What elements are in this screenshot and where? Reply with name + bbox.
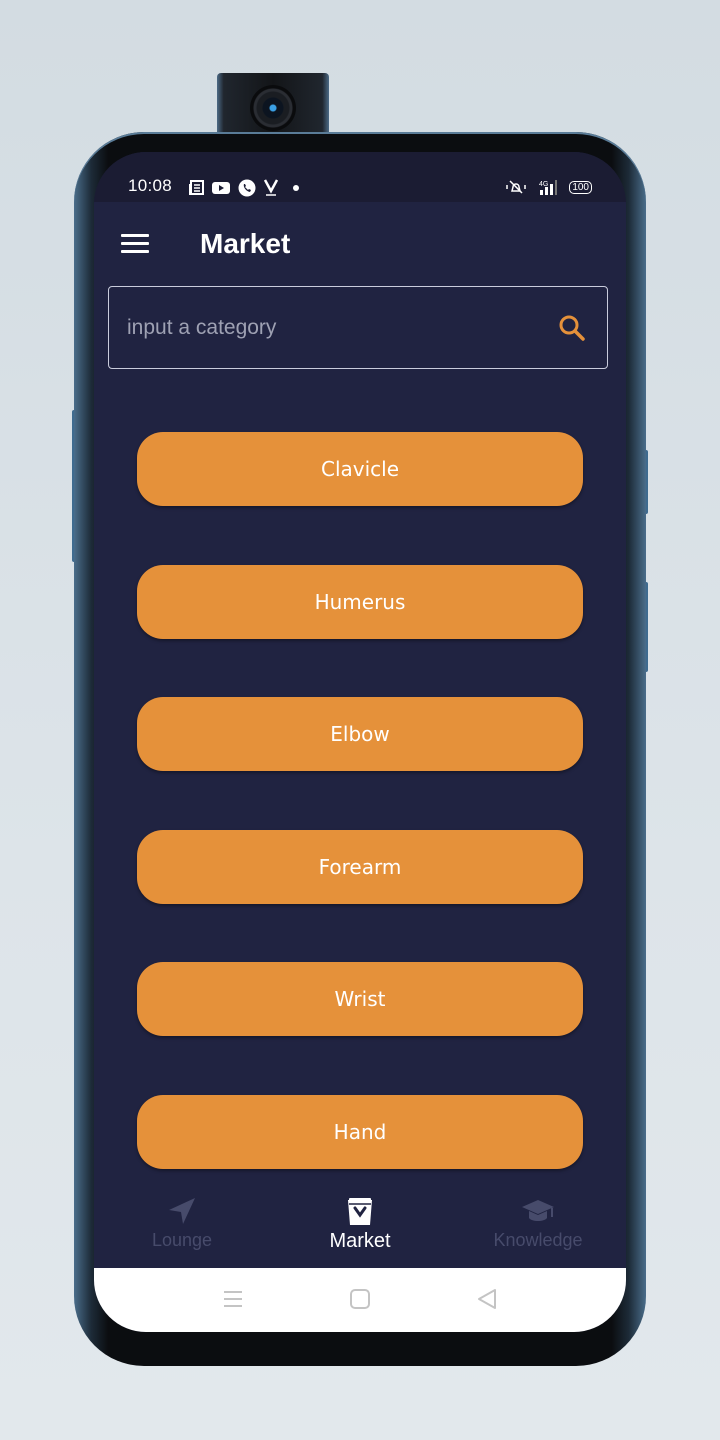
nav-tab-lounge[interactable]: Lounge (102, 1194, 262, 1251)
nav-tab-market[interactable]: Market (280, 1194, 440, 1253)
shopping-bag-icon (348, 1198, 372, 1225)
page-title: Market (200, 228, 291, 259)
bottom-navigation: Lounge Market Knowledge (94, 1182, 626, 1268)
news-icon (189, 180, 204, 195)
mute-vibrate-icon (506, 180, 527, 194)
send-icon (169, 1198, 195, 1224)
system-navigation-bar (94, 1268, 626, 1332)
v-app-icon (264, 179, 278, 196)
status-time: 10:08 (128, 176, 173, 195)
category-list: Clavicle Humerus Elbow Forearm Wrist Han… (137, 432, 583, 1227)
svg-text:4G: 4G (539, 181, 548, 188)
category-search-input[interactable] (125, 309, 549, 347)
nav-label-market: Market (329, 1230, 391, 1252)
status-bar: 10:08 4G 100 (94, 152, 626, 202)
nav-label-lounge: Lounge (151, 1230, 213, 1250)
back-icon[interactable] (476, 1288, 498, 1310)
category-button-wrist[interactable]: Wrist (137, 962, 583, 1036)
signal-4g-icon: 4G (539, 180, 558, 195)
category-button-hand[interactable]: Hand (137, 1094, 583, 1169)
dot-icon (293, 185, 299, 191)
youtube-icon (212, 182, 230, 194)
recents-icon[interactable] (222, 1288, 244, 1310)
battery-icon: 100 (569, 180, 592, 194)
graduation-cap-icon (522, 1200, 554, 1221)
nav-tab-knowledge[interactable]: Knowledge (458, 1194, 618, 1251)
app-bar: Market (94, 202, 626, 288)
category-button-forearm[interactable]: Forearm (137, 829, 583, 904)
search-box (108, 286, 608, 369)
category-button-clavicle[interactable]: Clavicle (137, 432, 583, 506)
camera-lens-icon (250, 85, 296, 131)
nav-label-knowledge: Knowledge (493, 1230, 583, 1250)
category-button-humerus[interactable]: Humerus (137, 564, 583, 639)
home-icon[interactable] (349, 1288, 371, 1310)
search-icon[interactable] (557, 313, 587, 343)
hamburger-menu-icon[interactable] (121, 234, 149, 254)
whatsapp-icon (238, 179, 256, 197)
category-button-elbow[interactable]: Elbow (137, 697, 583, 771)
phone-screen: 10:08 4G 100 Market Clavicle Humerus Elb… (94, 152, 626, 1332)
